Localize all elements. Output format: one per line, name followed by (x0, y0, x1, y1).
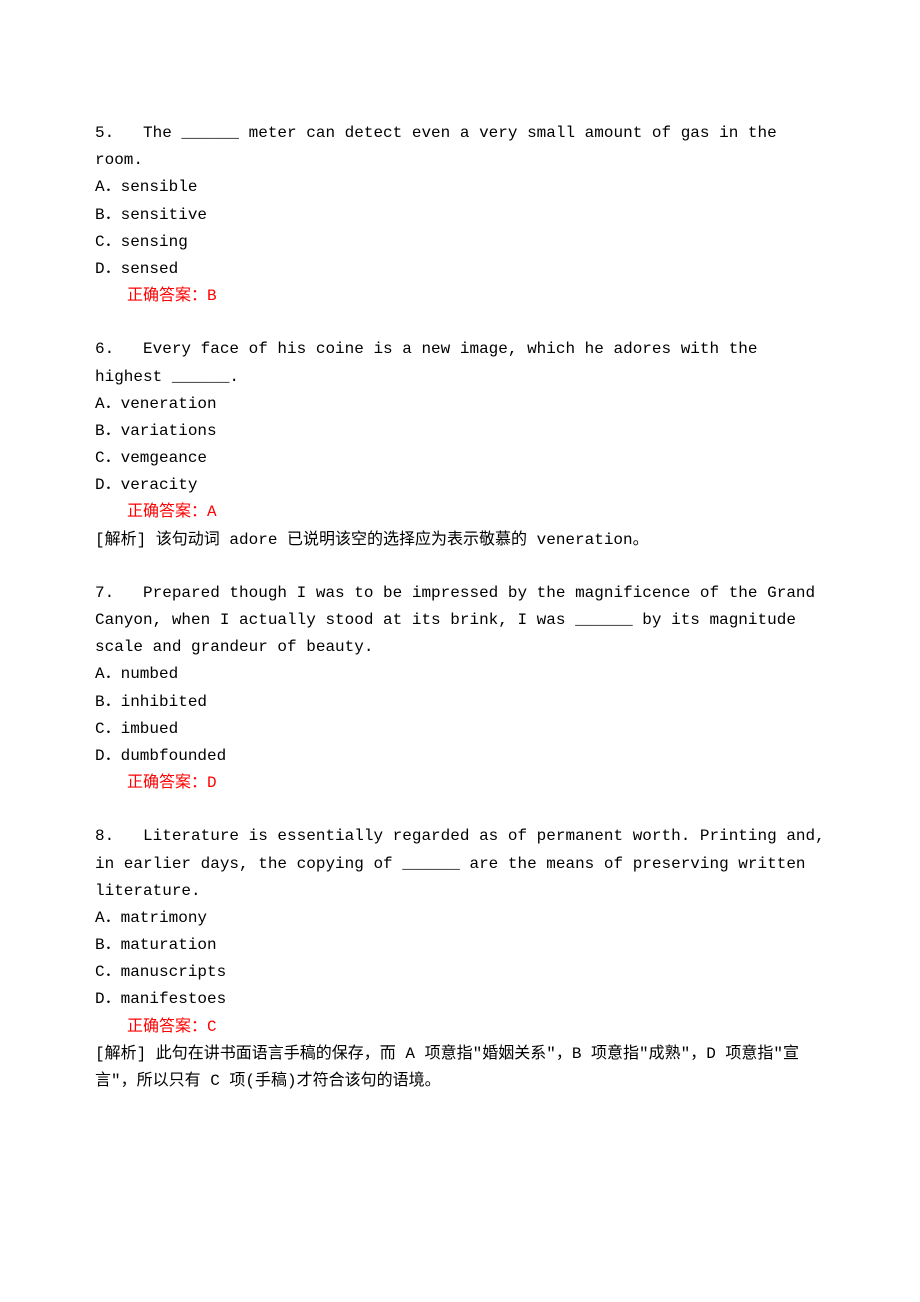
correct-answer: 正确答案：C (95, 1014, 825, 1041)
correct-answer: 正确答案：B (95, 283, 825, 310)
option-a: A．numbed (95, 661, 825, 688)
question-number: 6. (95, 340, 114, 358)
correct-answer: 正确答案：D (95, 770, 825, 797)
question-stem: Every face of his coine is a new image, … (95, 340, 767, 385)
correct-answer: 正确答案：A (95, 499, 825, 526)
option-d: D．sensed (95, 256, 825, 283)
option-d: D．manifestoes (95, 986, 825, 1013)
question-stem: Prepared though I was to be impressed by… (95, 584, 825, 656)
option-d: D．dumbfounded (95, 743, 825, 770)
question-8: 8. Literature is essentially regarded as… (95, 823, 825, 1095)
option-a: A．matrimony (95, 905, 825, 932)
question-number: 8. (95, 827, 114, 845)
question-6: 6. Every face of his coine is a new imag… (95, 336, 825, 554)
question-text: 8. Literature is essentially regarded as… (95, 823, 825, 905)
question-text: 5. The ______ meter can detect even a ve… (95, 120, 825, 174)
analysis-text: [解析] 该句动词 adore 已说明该空的选择应为表示敬慕的 venerati… (95, 527, 825, 554)
question-stem: Literature is essentially regarded as of… (95, 827, 834, 899)
option-c: C．sensing (95, 229, 825, 256)
option-d: D．veracity (95, 472, 825, 499)
option-c: C．vemgeance (95, 445, 825, 472)
option-a: A．veneration (95, 391, 825, 418)
question-text: 6. Every face of his coine is a new imag… (95, 336, 825, 390)
option-b: B．sensitive (95, 202, 825, 229)
option-b: B．maturation (95, 932, 825, 959)
question-stem: The ______ meter can detect even a very … (95, 124, 786, 169)
question-5: 5. The ______ meter can detect even a ve… (95, 120, 825, 310)
option-c: C．manuscripts (95, 959, 825, 986)
option-c: C．imbued (95, 716, 825, 743)
option-b: B．inhibited (95, 689, 825, 716)
page-container: 5. The ______ meter can detect even a ve… (0, 0, 920, 1302)
question-number: 5. (95, 124, 114, 142)
analysis-text: [解析] 此句在讲书面语言手稿的保存，而 A 项意指"婚姻关系"，B 项意指"成… (95, 1041, 825, 1095)
question-text: 7. Prepared though I was to be impressed… (95, 580, 825, 662)
question-number: 7. (95, 584, 114, 602)
option-a: A．sensible (95, 174, 825, 201)
question-7: 7. Prepared though I was to be impressed… (95, 580, 825, 798)
option-b: B．variations (95, 418, 825, 445)
